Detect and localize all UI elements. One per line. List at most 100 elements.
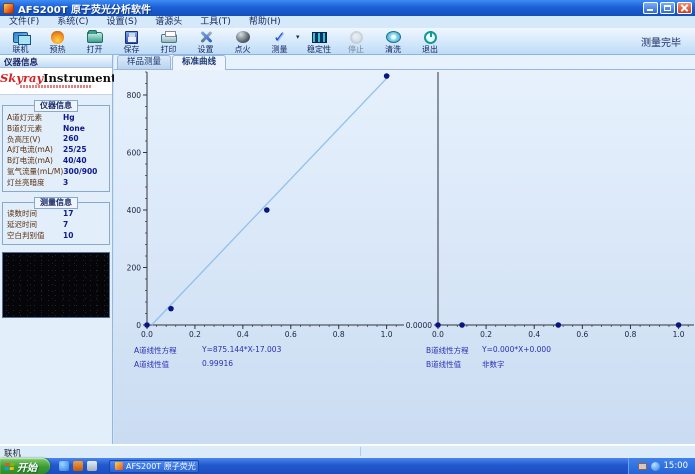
minimize-button[interactable] bbox=[643, 2, 658, 14]
channel-a-curve-chart: 0.0 0.2 0.4 0.6 0.8 1.0 0 200 400 600 800 bbox=[127, 71, 404, 339]
info-row: 延迟时间 7 bbox=[7, 220, 69, 230]
print-button[interactable]: 打印 bbox=[150, 28, 187, 54]
menu-help[interactable]: 帮助(H) bbox=[240, 16, 290, 28]
channel-b-equation-value: Y=0.000*X+0.000 bbox=[482, 345, 551, 354]
svg-text:0.8: 0.8 bbox=[333, 330, 345, 339]
title-bar: AFS200T 原子荧光分析软件 bbox=[0, 0, 695, 16]
menu-file[interactable]: 文件(F) bbox=[0, 16, 48, 28]
svg-text:0.2: 0.2 bbox=[480, 330, 492, 339]
toolbar: 联机 预热 打开 保存 打印 设置 点火 ✓ 测量 ▾ 稳定性 停止 清洗 退出… bbox=[0, 28, 695, 55]
stop-circle-icon bbox=[349, 30, 363, 44]
instrument-info-panel: 仪器信息 SkyrayInstrument 仪器信息 A道灯元素 Hg B道灯元素… bbox=[0, 55, 116, 444]
info-row: 读数时间 17 bbox=[7, 209, 74, 219]
close-button[interactable] bbox=[677, 2, 692, 14]
svg-text:0.6: 0.6 bbox=[576, 330, 588, 339]
group-title: 仪器信息 bbox=[34, 100, 78, 112]
save-button[interactable]: 保存 bbox=[113, 28, 150, 54]
clock: 15:00 bbox=[663, 461, 689, 471]
menu-bar: 文件(F) 系统(C) 设置(S) 谱源头 工具(T) 帮助(H) bbox=[0, 16, 695, 28]
start-button[interactable]: 开始 bbox=[0, 458, 50, 474]
svg-text:0.4: 0.4 bbox=[528, 330, 540, 339]
svg-text:0.0: 0.0 bbox=[141, 330, 153, 339]
info-row: 氩气流量(mL/M) 300/900 bbox=[7, 166, 98, 176]
group-title: 测量信息 bbox=[34, 196, 78, 209]
svg-text:600: 600 bbox=[127, 149, 142, 158]
statusbar-divider bbox=[360, 447, 361, 456]
open-button[interactable]: 打开 bbox=[76, 28, 113, 54]
svg-text:0.8: 0.8 bbox=[624, 330, 636, 339]
window-title: AFS200T 原子荧光分析软件 bbox=[18, 4, 151, 16]
windows-flag-icon bbox=[4, 462, 15, 470]
task-app-icon bbox=[115, 462, 123, 470]
menu-source[interactable]: 谱源头 bbox=[146, 16, 191, 28]
exit-button[interactable]: 退出 bbox=[412, 28, 449, 54]
svg-text:0.6: 0.6 bbox=[285, 330, 297, 339]
ignite-button[interactable]: 点火 bbox=[224, 28, 261, 54]
svg-text:1.0: 1.0 bbox=[381, 330, 393, 339]
connect-button[interactable]: 联机 bbox=[2, 28, 39, 54]
menu-system[interactable]: 系统(C) bbox=[48, 16, 97, 28]
maximize-button[interactable] bbox=[660, 2, 675, 14]
svg-text:0.0: 0.0 bbox=[432, 330, 444, 339]
app-icon bbox=[3, 2, 14, 14]
main-area: 样品测量 标准曲线 0.0 0.2 0.4 0.6 0.8 1.0 0 200 400 600 80… bbox=[114, 55, 695, 444]
camera-preview bbox=[2, 251, 110, 318]
stop-button[interactable]: 停止 bbox=[338, 28, 375, 54]
bar-chart-icon bbox=[311, 31, 327, 43]
tab-standard-curve[interactable]: 标准曲线 bbox=[172, 55, 227, 70]
power-icon bbox=[423, 30, 437, 44]
sphere-icon bbox=[235, 31, 250, 43]
channel-b-curve-chart: 0.0 0.2 0.4 0.6 0.8 1.0 0.0000 bbox=[406, 72, 694, 339]
svg-text:0.2: 0.2 bbox=[189, 330, 201, 339]
monitors-icon bbox=[13, 31, 31, 45]
info-row: A灯电流(mA) 25/25 bbox=[7, 145, 87, 155]
channel-a-equation-label: A道线性方程 bbox=[134, 346, 177, 355]
quick-launch-app-icon[interactable] bbox=[73, 461, 83, 471]
application-window: AFS200T 原子荧光分析软件 文件(F) 系统(C) 设置(S) 谱源头 工… bbox=[0, 0, 695, 474]
menu-tools[interactable]: 工具(T) bbox=[191, 16, 240, 28]
folder-icon bbox=[86, 29, 103, 43]
tray-device-icon[interactable] bbox=[637, 462, 647, 470]
info-row: 负高压(V) 260 bbox=[7, 134, 79, 144]
printer-icon bbox=[160, 31, 177, 43]
system-tray: 15:00 bbox=[627, 458, 695, 474]
stability-button[interactable]: 稳定性 bbox=[301, 28, 338, 54]
windows-taskbar: 开始 AFS200T 原子荧光 15:00 bbox=[0, 458, 695, 474]
info-row: A道灯元素 Hg bbox=[7, 112, 75, 122]
taskbar-app-button[interactable]: AFS200T 原子荧光 bbox=[109, 459, 199, 473]
svg-text:0.0000: 0.0000 bbox=[406, 321, 432, 330]
status-bar: 联机 bbox=[0, 444, 695, 459]
info-row: 灯丝亮暗度 3 bbox=[7, 177, 69, 187]
settings-button[interactable]: 设置 bbox=[187, 28, 224, 54]
crossed-tools-icon bbox=[199, 30, 213, 44]
info-row: 空白判别值 10 bbox=[7, 231, 74, 241]
channel-a-r-label: A道线性值 bbox=[134, 360, 170, 369]
tray-sound-icon[interactable] bbox=[650, 461, 660, 471]
quick-launch-desktop-icon[interactable] bbox=[87, 461, 97, 471]
pane-title: 仪器信息 bbox=[0, 55, 112, 68]
channel-a-r-value: 0.99916 bbox=[202, 359, 234, 368]
svg-text:800: 800 bbox=[127, 91, 142, 100]
svg-text:200: 200 bbox=[127, 264, 142, 273]
svg-text:0: 0 bbox=[136, 321, 141, 330]
floppy-icon bbox=[125, 30, 138, 44]
svg-text:1.0: 1.0 bbox=[673, 330, 685, 339]
flame-icon bbox=[51, 30, 64, 44]
channel-a-equation-value: Y=875.144*X-17.003 bbox=[202, 345, 282, 354]
measurement-status-text: 测量完毕 bbox=[641, 37, 681, 49]
quick-launch bbox=[59, 461, 97, 471]
preheat-button[interactable]: 预热 bbox=[39, 28, 76, 54]
quick-launch-browser-icon[interactable] bbox=[59, 461, 69, 471]
logo-subtext bbox=[20, 85, 92, 88]
svg-text:0.4: 0.4 bbox=[237, 330, 249, 339]
svg-text:400: 400 bbox=[127, 206, 142, 215]
menu-settings[interactable]: 设置(S) bbox=[98, 16, 147, 28]
measure-dropdown-arrow[interactable]: ▾ bbox=[296, 33, 300, 41]
skyray-logo: SkyrayInstrument bbox=[0, 68, 116, 95]
measure-button[interactable]: ✓ 测量 bbox=[261, 28, 298, 54]
info-row: B灯电流(mA) 40/40 bbox=[7, 156, 87, 166]
info-row: B道灯元素 None bbox=[7, 123, 85, 133]
instrument-info-group: 仪器信息 A道灯元素 Hg B道灯元素 None 负高压(V) 260 A灯电流(mA… bbox=[2, 100, 110, 192]
checkmark-icon: ✓ bbox=[273, 27, 286, 46]
clean-button[interactable]: 清洗 bbox=[375, 28, 412, 54]
